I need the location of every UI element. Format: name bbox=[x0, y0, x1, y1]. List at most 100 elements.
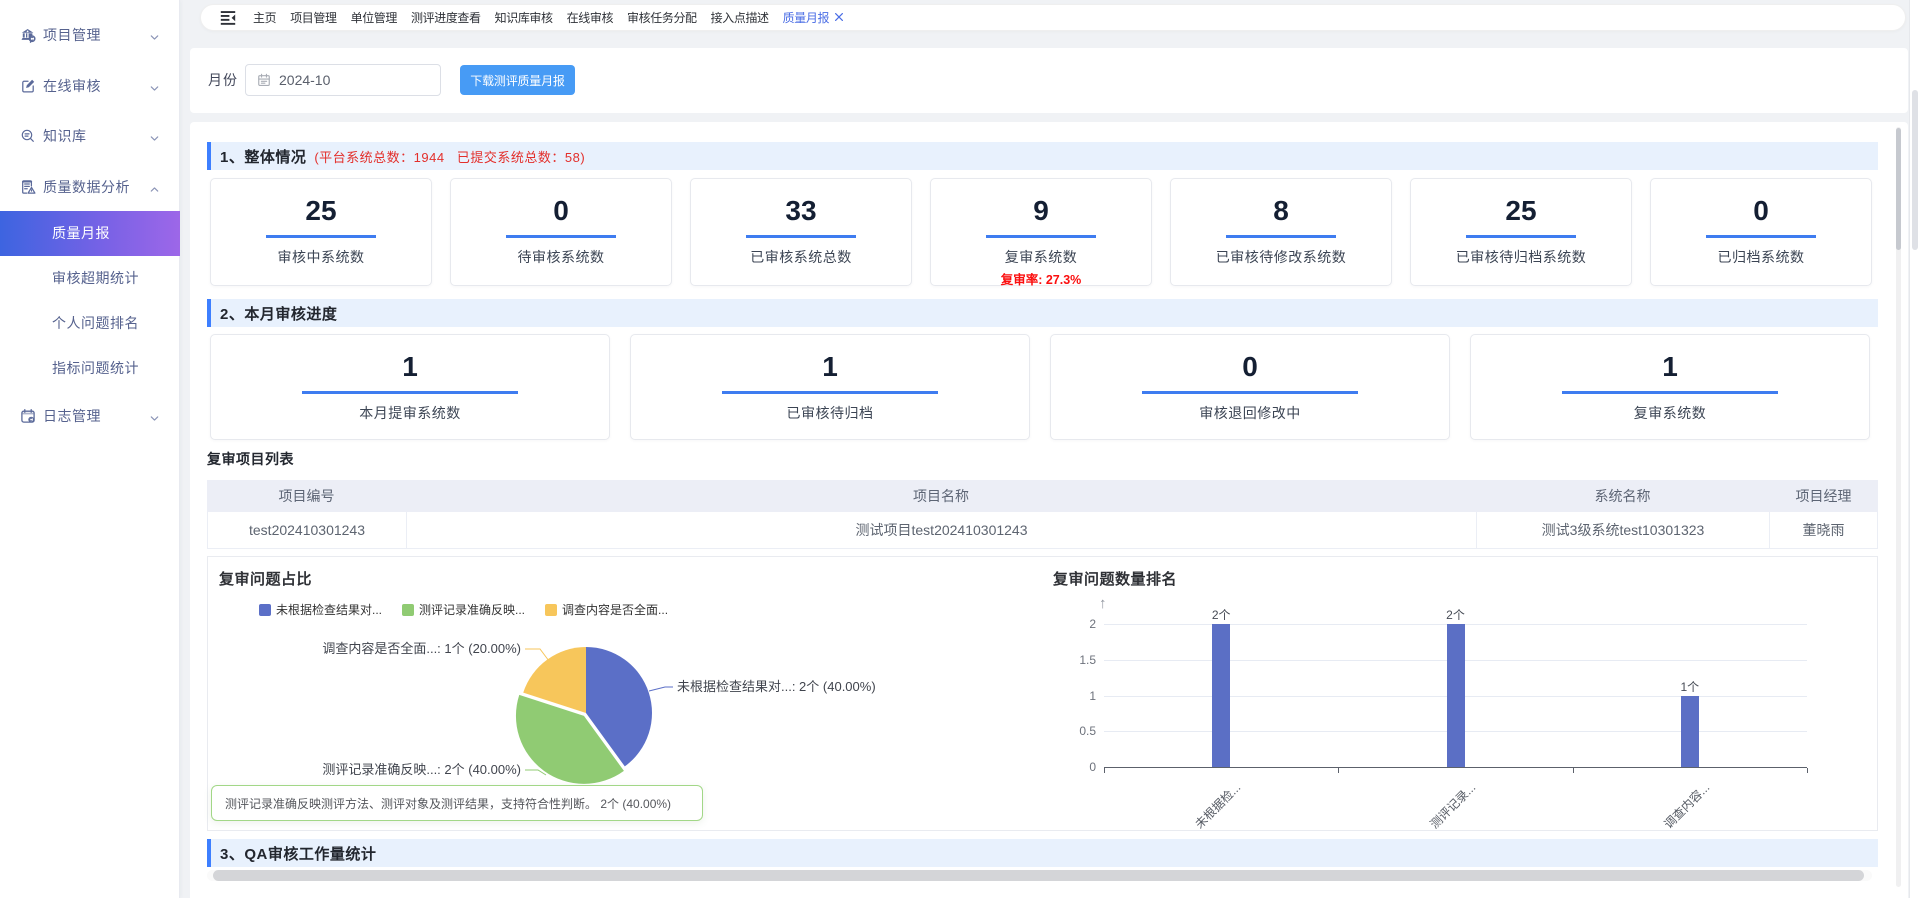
sidebar-item-6[interactable]: 审核超期统计 bbox=[0, 256, 180, 301]
stat-card: 33已审核系统总数 bbox=[690, 178, 912, 286]
page-scrollbar-thumb[interactable] bbox=[1912, 90, 1918, 250]
tab-9-active[interactable]: 质量月报 bbox=[783, 9, 844, 26]
report-panel: 1、整体情况 (平台系统总数：1944 已提交系统总数：58) 25审核中系统数… bbox=[190, 122, 1908, 898]
table-body: test202410301243测试项目test202410301243测试3级… bbox=[207, 512, 1878, 549]
sidebar-group-9[interactable]: 日志管理 bbox=[0, 394, 180, 438]
horizontal-scrollbar-thumb[interactable] bbox=[213, 870, 1864, 881]
stat-card: 1本月提审系统数 bbox=[210, 334, 610, 440]
tab-5[interactable]: 知识库审核 bbox=[495, 9, 553, 26]
menu-fold-icon[interactable] bbox=[220, 10, 236, 26]
table-row[interactable]: test202410301243测试项目test202410301243测试3级… bbox=[207, 512, 1878, 549]
bar-value-label: 1个 bbox=[1680, 678, 1699, 695]
stat-underline bbox=[746, 235, 856, 238]
calendar-icon bbox=[20, 408, 36, 424]
stat-underline bbox=[986, 235, 1096, 238]
tab-label: 知识库审核 bbox=[495, 11, 553, 25]
y-axis-arrow-icon: ↑ bbox=[1099, 595, 1107, 612]
sidebar-item-7[interactable]: 个人问题排名 bbox=[0, 301, 180, 346]
section-header-qa-workload: 3、QA审核工作量统计 bbox=[207, 839, 1878, 867]
table-cell: 测试项目test202410301243 bbox=[406, 512, 1476, 548]
tab-label: 测评进度查看 bbox=[411, 11, 481, 25]
review-project-table: 项目编号项目名称系统名称项目经理 test202410301243测试项目tes… bbox=[207, 480, 1878, 549]
panel-vertical-scrollbar-thumb[interactable] bbox=[1896, 128, 1901, 250]
tab-4[interactable]: 测评进度查看 bbox=[411, 9, 481, 26]
tab-label: 项目管理 bbox=[290, 11, 336, 25]
tab-8[interactable]: 接入点描述 bbox=[711, 9, 769, 26]
tab-label: 单位管理 bbox=[351, 11, 397, 25]
bar-1[interactable] bbox=[1212, 624, 1230, 767]
chevron-down-icon bbox=[149, 30, 160, 41]
tab-label: 主页 bbox=[253, 11, 276, 25]
month-picker-input[interactable]: 2024-10 bbox=[245, 64, 441, 96]
stat-label: 复审系统数 bbox=[931, 247, 1151, 267]
stat-card: 1已审核待归档 bbox=[630, 334, 1030, 440]
stat-label: 已审核待归档系统数 bbox=[1411, 247, 1631, 267]
sidebar-group-label: 日志管理 bbox=[43, 406, 101, 426]
pie-callout-line bbox=[525, 649, 549, 661]
sidebar-group-label: 项目管理 bbox=[43, 25, 101, 45]
stat-label: 已归档系统数 bbox=[1651, 247, 1871, 267]
close-icon[interactable] bbox=[834, 13, 844, 25]
stat-underline bbox=[1226, 235, 1336, 238]
pie-callout-line bbox=[649, 687, 673, 691]
tab-label: 接入点描述 bbox=[711, 11, 769, 25]
doc-warning-icon bbox=[20, 179, 36, 195]
chevron-down-icon bbox=[149, 411, 160, 422]
sidebar-group-1[interactable]: 项目管理 bbox=[0, 13, 180, 57]
stat-value: 0 bbox=[1051, 352, 1449, 382]
sidebar-item-active[interactable]: 质量月报 bbox=[0, 211, 180, 256]
y-axis-tick-label: 0.5 bbox=[1056, 724, 1096, 738]
stat-label: 待审核系统数 bbox=[451, 247, 671, 267]
stat-underline bbox=[1466, 235, 1576, 238]
tab-1[interactable]: 主页 bbox=[253, 9, 276, 26]
y-axis-tick-label: 1 bbox=[1056, 689, 1096, 703]
stat-card: 25 已审核待归档系统数 bbox=[1410, 178, 1632, 286]
edit-square-icon bbox=[20, 78, 36, 94]
bar-2[interactable] bbox=[1447, 624, 1465, 767]
sidebar-group-label: 在线审核 bbox=[43, 76, 101, 96]
pie-callout-label: 未根据检查结果对...: 2个 (40.00%) bbox=[677, 679, 876, 694]
stat-label: 本月提审系统数 bbox=[211, 403, 609, 423]
sidebar: 项目管理在线审核知识库质量数据分析质量月报审核超期统计个人问题排名指标问题统计日… bbox=[0, 0, 180, 898]
chevron-down-icon bbox=[149, 81, 160, 92]
sidebar-item-8[interactable]: 指标问题统计 bbox=[0, 346, 180, 391]
x-axis-tick bbox=[1807, 768, 1808, 773]
stat-value: 25 bbox=[1411, 196, 1631, 226]
sidebar-group-3[interactable]: 知识库 bbox=[0, 114, 180, 158]
horizontal-scrollbar[interactable] bbox=[207, 870, 1872, 881]
download-report-button[interactable]: 下载测评质量月报 bbox=[460, 65, 575, 95]
tab-6[interactable]: 在线审核 bbox=[567, 9, 613, 26]
app-root: 项目管理在线审核知识库质量数据分析质量月报审核超期统计个人问题排名指标问题统计日… bbox=[0, 0, 1920, 898]
tab-3[interactable]: 单位管理 bbox=[351, 9, 397, 26]
charts-container: 复审问题占比 复审问题数量排名 未根据检查结果对...测评记录准确反映...调查… bbox=[207, 556, 1878, 831]
pie-callout-label: 调查内容是否全面...: 1个 (20.00%) bbox=[322, 641, 521, 656]
section-title: 1、整体情况 bbox=[220, 146, 306, 167]
tab-2[interactable]: 项目管理 bbox=[290, 9, 336, 26]
table-col-header: 项目名称 bbox=[406, 486, 1476, 506]
stat-label: 已审核系统总数 bbox=[691, 247, 911, 267]
sidebar-group-label: 质量数据分析 bbox=[43, 177, 130, 197]
section-header-month-progress: 2、本月审核进度 bbox=[207, 299, 1878, 327]
sidebar-group-4[interactable]: 质量数据分析 bbox=[0, 165, 180, 209]
sidebar-group-2[interactable]: 在线审核 bbox=[0, 64, 180, 108]
stat-underline bbox=[266, 235, 376, 238]
tab-label: 质量月报 bbox=[783, 11, 829, 25]
bar-value-label: 2个 bbox=[1212, 606, 1231, 623]
month-value: 2024-10 bbox=[279, 72, 330, 88]
stat-underline bbox=[302, 391, 518, 394]
table-col-header: 项目编号 bbox=[207, 486, 406, 506]
bar-3[interactable] bbox=[1681, 696, 1699, 768]
stat-value: 0 bbox=[451, 196, 671, 226]
panel-vertical-scrollbar[interactable] bbox=[1896, 127, 1901, 887]
tab-label: 审核任务分配 bbox=[627, 11, 697, 25]
tab-7[interactable]: 审核任务分配 bbox=[627, 9, 697, 26]
x-axis-tick bbox=[1104, 768, 1105, 773]
stat-value: 0 bbox=[1651, 196, 1871, 226]
search-notes-icon bbox=[20, 128, 36, 144]
stat-value: 9 bbox=[931, 196, 1151, 226]
review-list-label: 复审项目列表 bbox=[207, 449, 294, 469]
pie-callout-label: 测评记录准确反映...: 2个 (40.00%) bbox=[322, 762, 521, 777]
stat-card: 0审核退回修改中 bbox=[1050, 334, 1450, 440]
stat-underline bbox=[506, 235, 616, 238]
table-col-header: 系统名称 bbox=[1476, 486, 1769, 506]
